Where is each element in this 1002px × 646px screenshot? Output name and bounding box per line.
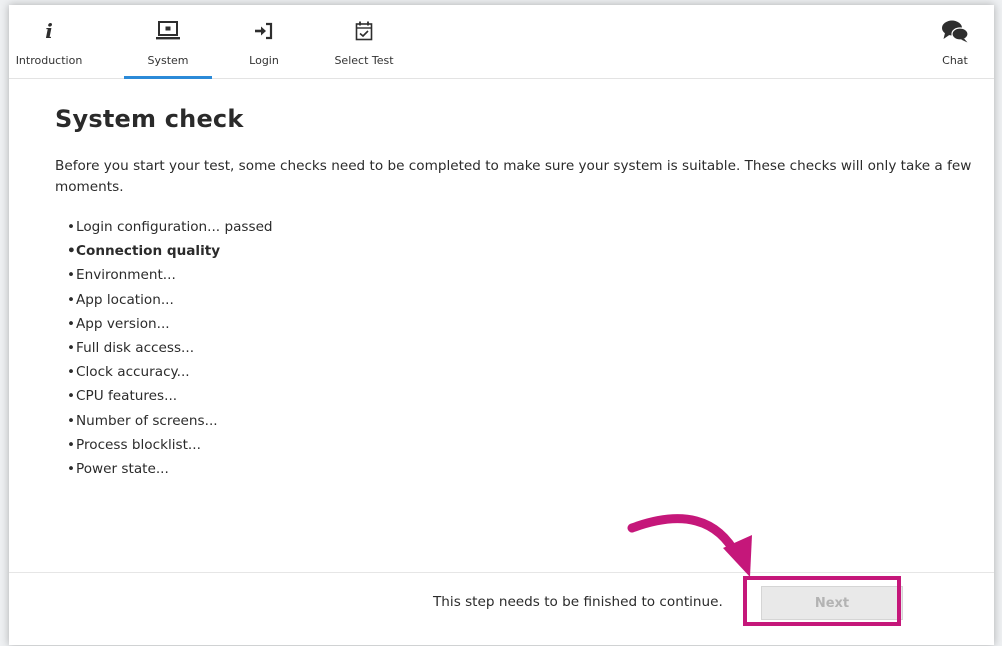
- chat-button[interactable]: Chat: [929, 5, 981, 78]
- list-item: •Number of screens...: [67, 412, 218, 429]
- list-item: •App location...: [67, 291, 174, 308]
- step-tab-bar: i Introduction System Login Select Test …: [9, 5, 994, 79]
- list-item: •Environment...: [67, 267, 176, 284]
- laptop-icon: [124, 19, 212, 43]
- list-item: •CPU features...: [67, 388, 178, 405]
- list-item: •Full disk access...: [67, 339, 195, 356]
- app-window: i Introduction System Login Select Test …: [9, 5, 994, 645]
- list-item: •Clock accuracy...: [67, 364, 190, 381]
- list-item: •Power state...: [67, 460, 169, 477]
- main-content: System check Before you start your test,…: [55, 105, 990, 477]
- list-item: •Login configuration... passed: [67, 219, 273, 235]
- step-status-message: This step needs to be finished to contin…: [433, 594, 723, 610]
- highlight-box: [743, 576, 901, 626]
- list-item: •Connection quality: [67, 243, 221, 260]
- info-icon: i: [45, 19, 53, 43]
- page-title: System check: [55, 105, 244, 133]
- tab-label: System: [147, 54, 189, 67]
- tab-system[interactable]: System: [124, 5, 212, 79]
- list-item: •Process blocklist...: [67, 436, 201, 453]
- list-item: •App version...: [67, 315, 170, 332]
- tab-introduction[interactable]: i Introduction: [9, 5, 89, 78]
- system-check-list: •Login configuration... passed •Connecti…: [67, 215, 273, 481]
- tab-label: Select Test: [334, 54, 394, 67]
- tab-login[interactable]: Login: [224, 5, 304, 78]
- intro-text: Before you start your test, some checks …: [55, 158, 972, 195]
- tab-label: Login: [249, 54, 279, 67]
- active-tab-indicator: [124, 76, 212, 79]
- tab-select-test[interactable]: Select Test: [319, 5, 409, 78]
- calendar-check-icon: [319, 19, 409, 43]
- chat-label: Chat: [942, 54, 968, 67]
- tab-label: Introduction: [15, 54, 83, 67]
- chat-bubbles-icon: [929, 19, 981, 43]
- login-icon: [224, 19, 304, 43]
